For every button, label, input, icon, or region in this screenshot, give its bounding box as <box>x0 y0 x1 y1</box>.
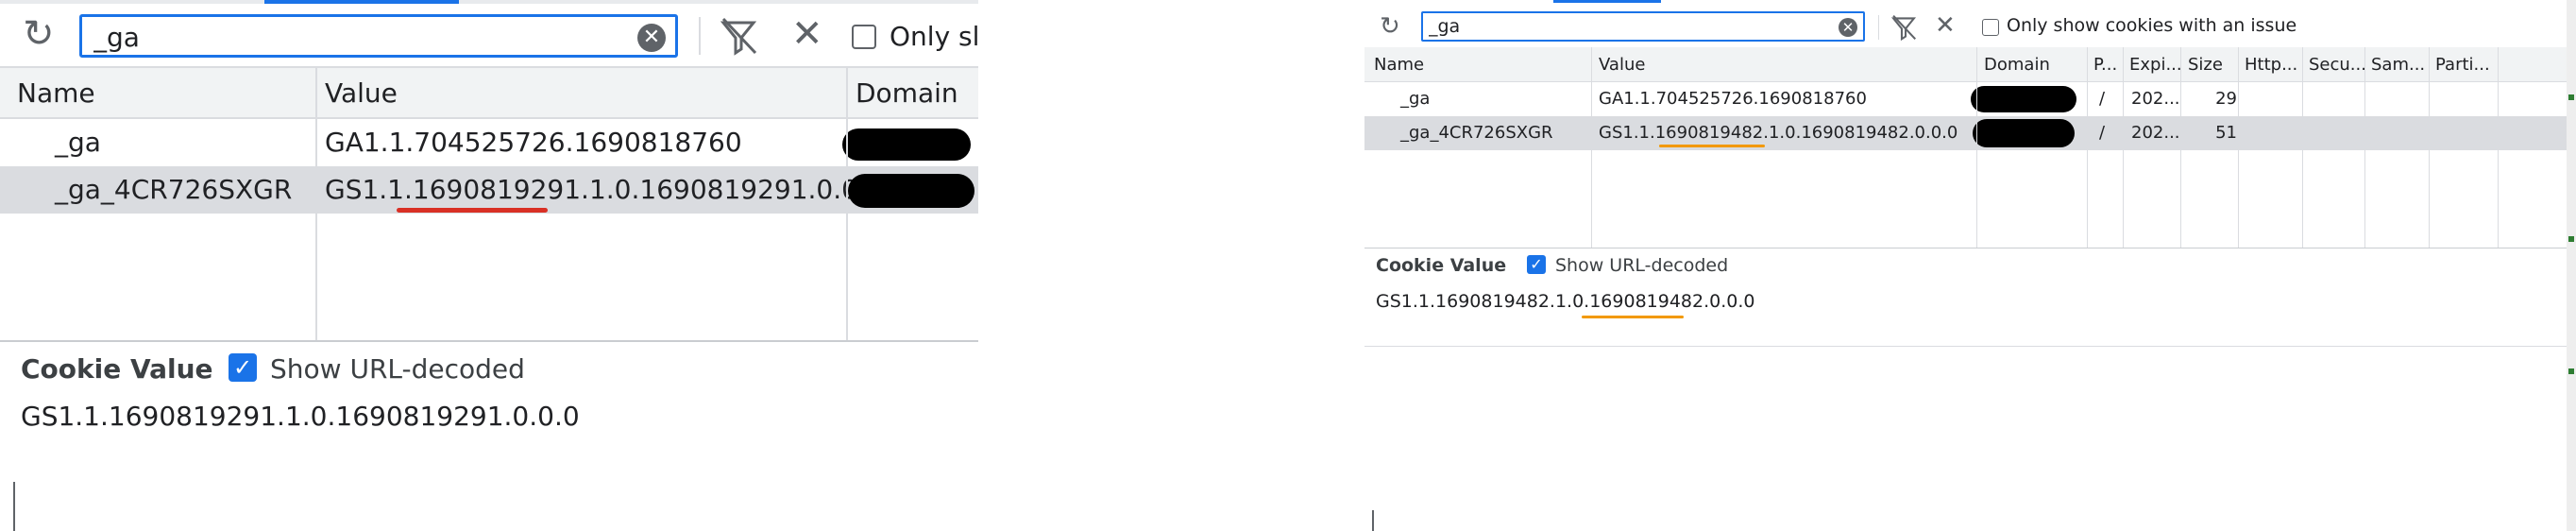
column-header-value[interactable]: Value <box>1599 55 1645 75</box>
delete-cookies-icon[interactable]: ✕ <box>791 11 823 57</box>
column-header-value[interactable]: Value <box>325 77 398 109</box>
filter-input-box[interactable]: ✕ <box>79 14 678 58</box>
show-url-decoded-label: Show URL-decoded <box>1555 255 1729 276</box>
column-header-size[interactable]: Size <box>2188 55 2223 75</box>
clear-all-filter-icon[interactable] <box>718 15 759 57</box>
cookie-expires: 202... <box>2131 123 2180 143</box>
column-divider <box>846 68 848 340</box>
cookie-value-text: GS1.1.1690819482.1.0.1690819482.0.0.0 <box>1376 291 1755 312</box>
redacted-domain <box>1973 119 2075 147</box>
clear-filter-icon[interactable]: ✕ <box>637 24 666 52</box>
show-url-decoded-checkbox[interactable]: ✓ <box>229 353 257 382</box>
panel-edge-mark <box>13 482 15 531</box>
column-divider <box>2498 47 2499 248</box>
cookie-name: _ga <box>55 127 101 158</box>
cookies-table: Name Value Domain P... Expi... Size Http… <box>1364 47 2576 248</box>
only-show-issues-checkbox[interactable] <box>852 25 876 49</box>
column-divider <box>2364 47 2365 248</box>
reload-icon[interactable]: ↻ <box>1380 13 1400 40</box>
highlight-underline <box>1659 145 1765 147</box>
table-row[interactable]: _ga GA1.1.704525726.1690818760 <box>0 119 978 166</box>
column-divider <box>2429 47 2430 248</box>
cookie-path: / <box>2099 123 2106 143</box>
edge-marker <box>2568 94 2574 100</box>
column-header-httponly[interactable]: Http... <box>2245 55 2297 75</box>
panel-edge-mark <box>1372 510 1374 531</box>
filter-input-box[interactable]: ✕ <box>1421 11 1865 42</box>
edge-marker <box>2568 236 2574 242</box>
cookie-expires: 202... <box>2131 89 2180 109</box>
column-header-path[interactable]: P... <box>2093 55 2117 75</box>
column-divider <box>2238 47 2239 248</box>
only-show-issues-label: Only show cookies with an issue <box>2007 15 2297 36</box>
reload-icon[interactable]: ↻ <box>23 15 55 53</box>
cookie-value-pane: Cookie Value ✓ Show URL-decoded GS1.1.16… <box>1364 249 2576 334</box>
column-divider <box>1591 47 1592 248</box>
active-tab-indicator <box>1553 0 1661 3</box>
cookie-value: GS1.1.1690819291.1.0.1690819291.0.0.0 <box>325 174 884 205</box>
table-header: Name Value Domain P... Expi... Size Http… <box>1364 47 2576 82</box>
delete-cookies-icon[interactable]: ✕ <box>1935 10 1956 41</box>
cookie-value-pane: Cookie Value ✓ Show URL-decoded GS1.1.16… <box>0 342 978 484</box>
column-divider <box>315 68 317 340</box>
redacted-domain <box>842 128 971 161</box>
clear-all-filter-icon[interactable] <box>1890 13 1918 42</box>
cookie-value-label: Cookie Value <box>1376 255 1507 276</box>
column-header-secure[interactable]: Secu... <box>2309 55 2366 75</box>
cookie-name: _ga <box>1400 89 1431 109</box>
column-divider <box>2123 47 2124 248</box>
filter-input[interactable] <box>1429 15 1825 38</box>
cookies-table: Name Value Domain _ga GA1.1.704525726.16… <box>0 68 978 342</box>
cookies-toolbar: ↻ ✕ ✕ Only show cookies with an issue <box>1364 8 2576 48</box>
column-divider <box>2302 47 2303 248</box>
window-edge <box>2567 0 2576 531</box>
column-header-name[interactable]: Name <box>17 77 95 109</box>
cookie-value: GS1.1.1690819482.1.0.1690819482.0.0.0 <box>1599 123 1958 143</box>
only-show-issues-label: Only sl <box>890 21 978 52</box>
clear-filter-icon[interactable]: ✕ <box>1839 18 1857 37</box>
column-header-domain[interactable]: Domain <box>1984 55 2050 75</box>
cookie-value: GA1.1.704525726.1690818760 <box>1599 89 1867 109</box>
right-devtools-panel: ↻ ✕ ✕ Only show cookies with an issue Na… <box>1364 0 2576 531</box>
only-show-issues-checkbox[interactable] <box>1982 19 1999 36</box>
cookies-toolbar: ↻ ✕ ✕ Only sl <box>0 4 978 68</box>
column-header-samesite[interactable]: Sam... <box>2371 55 2425 75</box>
cookie-size: 51 <box>2215 123 2237 143</box>
table-row-selected[interactable]: _ga_4CR726SXGR GS1.1.1690819482.1.0.1690… <box>1364 116 2576 150</box>
cookie-size: 29 <box>2215 89 2237 109</box>
column-header-partition[interactable]: Parti... <box>2435 55 2490 75</box>
filter-input[interactable] <box>93 21 622 53</box>
column-divider <box>2087 47 2088 248</box>
show-url-decoded-checkbox[interactable]: ✓ <box>1527 255 1546 274</box>
cookie-name: _ga_4CR726SXGR <box>1400 123 1553 143</box>
toolbar-divider <box>699 17 701 55</box>
show-url-decoded-label: Show URL-decoded <box>270 353 525 385</box>
column-divider <box>2180 47 2181 248</box>
cookie-value-text: GS1.1.1690819291.1.0.1690819291.0.0.0 <box>21 401 580 432</box>
redacted-domain <box>1971 86 2076 112</box>
table-row-selected[interactable]: _ga_4CR726SXGR GS1.1.1690819291.1.0.1690… <box>0 166 978 214</box>
panel-divider <box>1364 346 2576 347</box>
cookie-value: GA1.1.704525726.1690818760 <box>325 127 742 158</box>
highlight-underline <box>397 208 548 213</box>
column-divider <box>1976 47 1977 248</box>
cookie-value-label: Cookie Value <box>21 353 213 385</box>
redacted-domain <box>848 174 974 208</box>
cookie-name: _ga_4CR726SXGR <box>55 174 293 205</box>
table-header: Name Value Domain <box>0 68 978 119</box>
edge-marker <box>2568 368 2574 374</box>
column-header-domain[interactable]: Domain <box>856 77 958 109</box>
highlight-underline <box>1582 316 1684 318</box>
column-header-expires[interactable]: Expi... <box>2129 55 2182 75</box>
table-row[interactable]: _ga GA1.1.704525726.1690818760 / 202... … <box>1364 82 2576 116</box>
toolbar-divider <box>1878 15 1879 40</box>
left-devtools-panel: ↻ ✕ ✕ Only sl Name Value Domain _ga GA1.… <box>0 0 978 531</box>
cookie-path: / <box>2099 89 2106 109</box>
column-header-name[interactable]: Name <box>1374 55 1424 75</box>
